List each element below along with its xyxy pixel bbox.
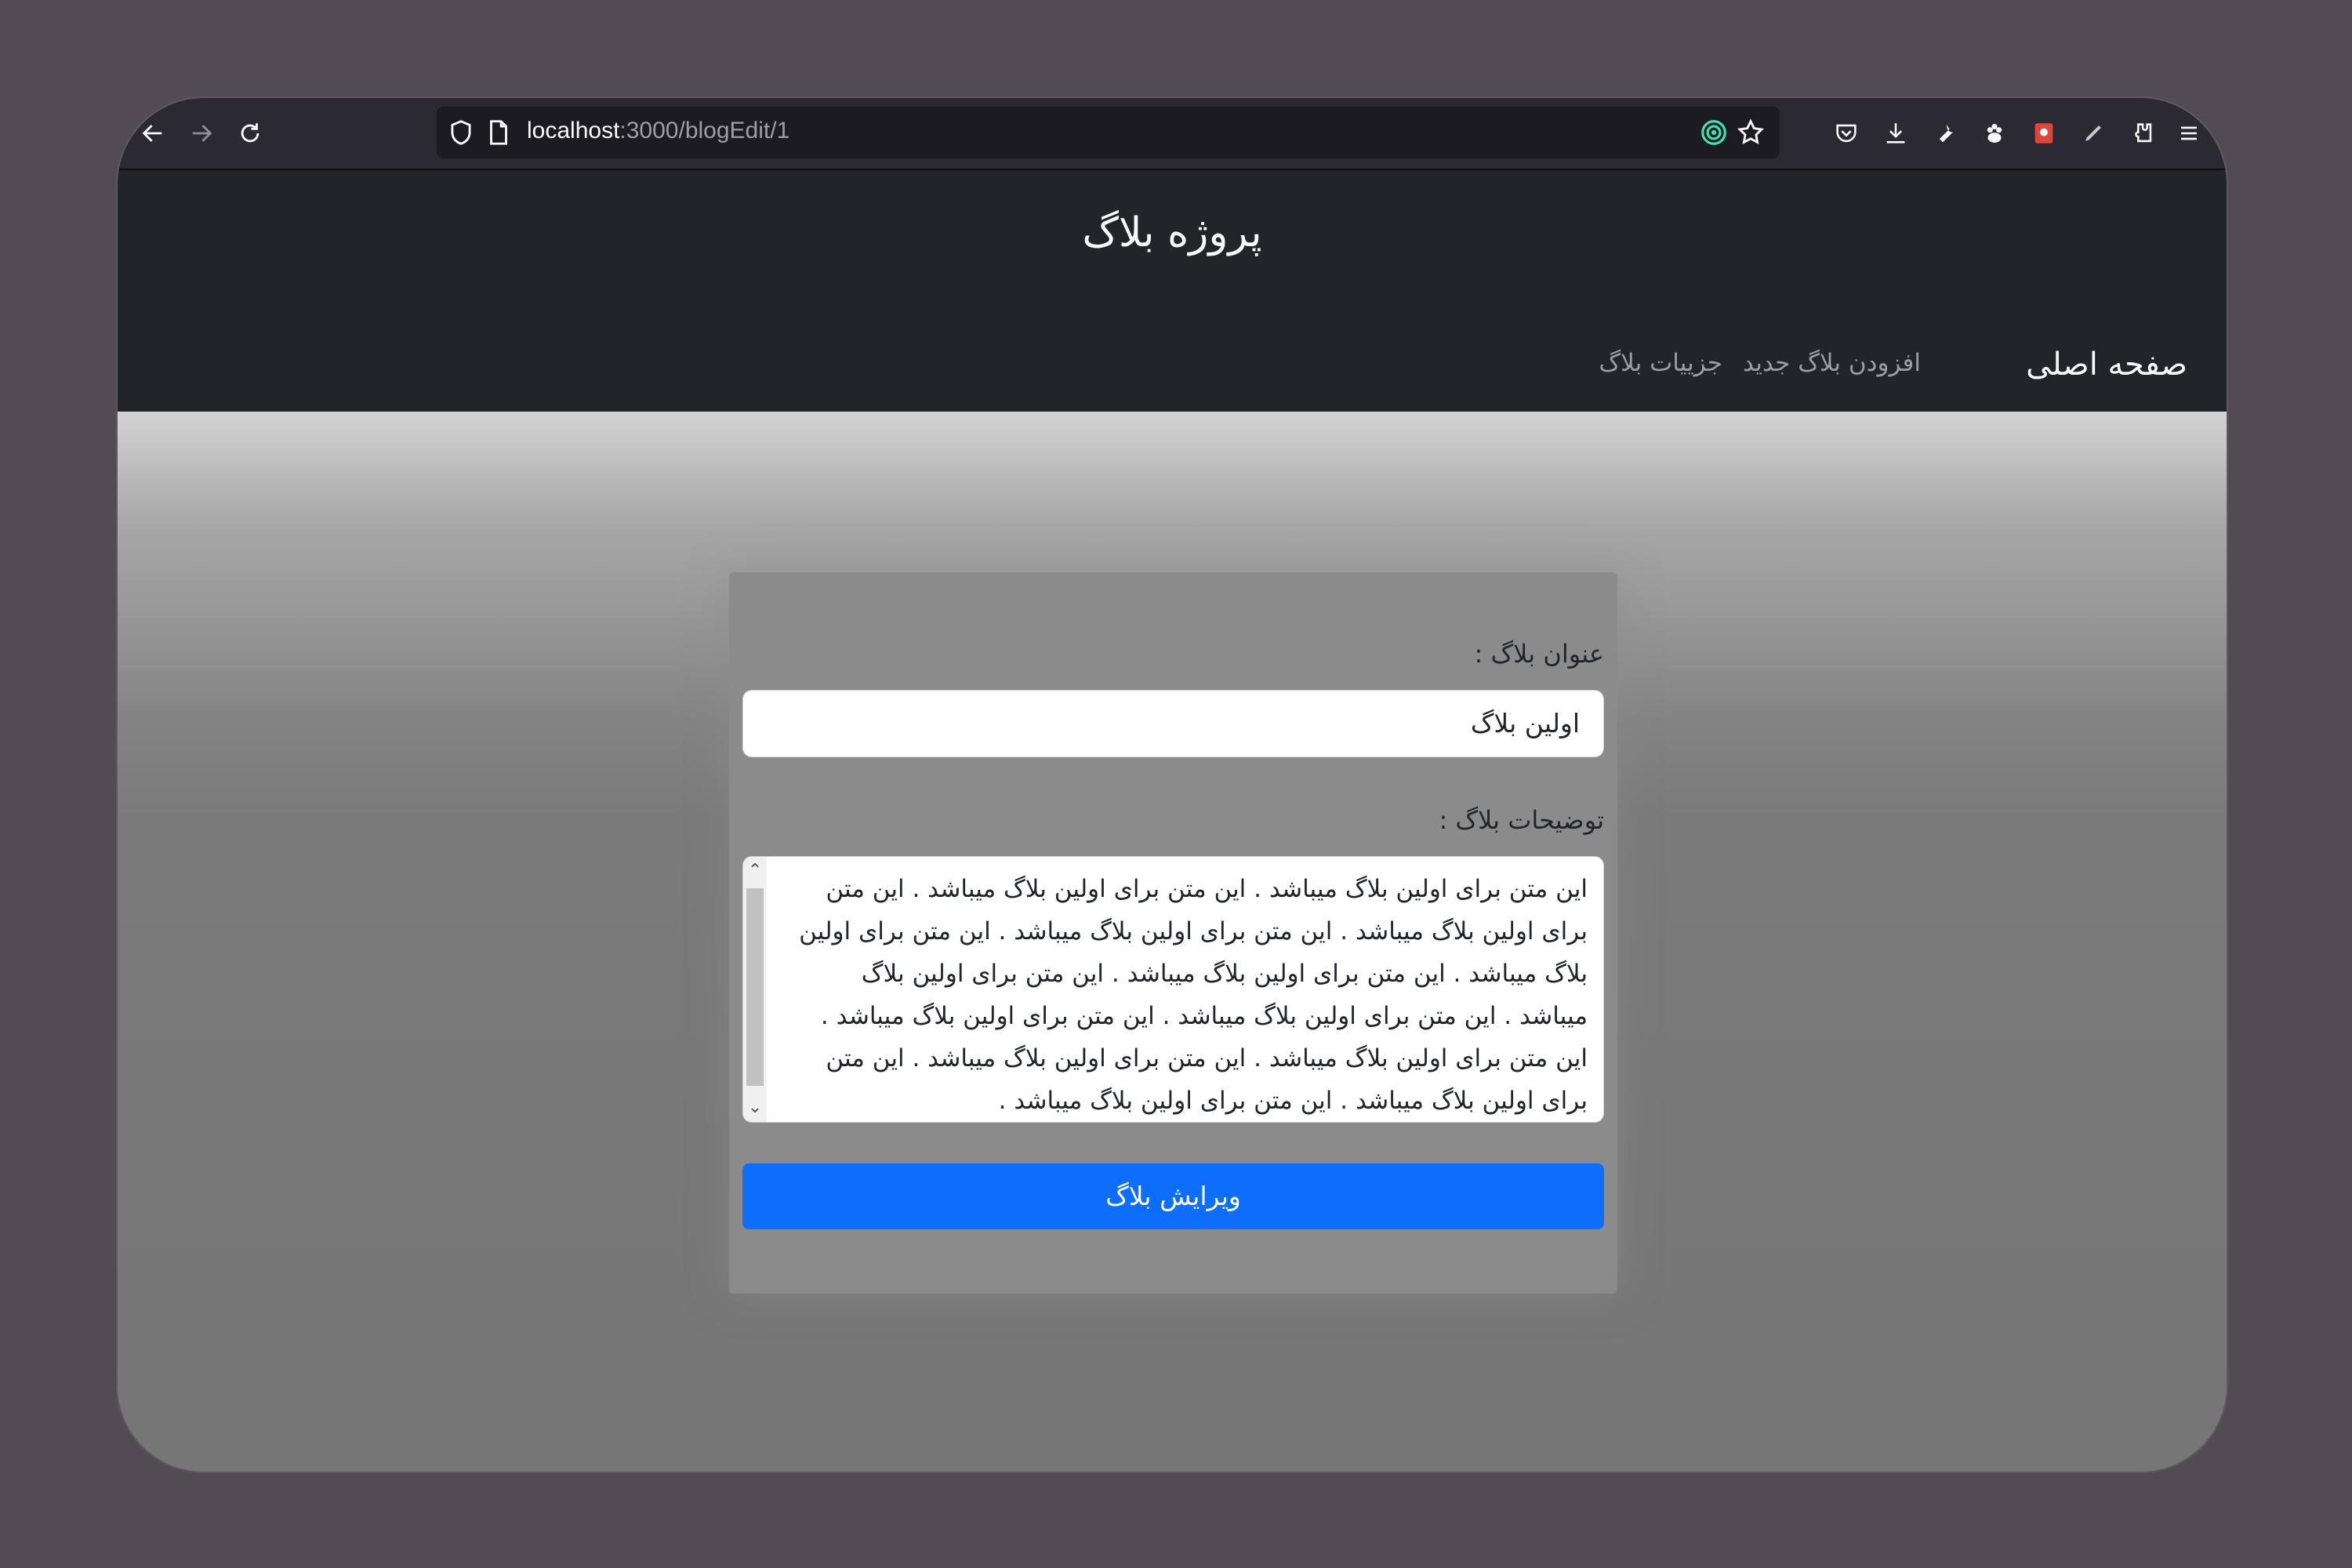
title-label: عنوان بلاگ : [1474,639,1604,669]
edit-blog-form: عنوان بلاگ : اولین بلاگ توضیحات بلاگ : ا… [729,572,1617,1294]
url-bar[interactable]: localhost:3000/blogEdit/1 [437,107,1780,158]
arrow-left-icon [142,125,162,142]
description-text: این متن برای اولین بلاگ میباشد . این متن… [799,875,1588,1115]
description-textarea[interactable]: این متن برای اولین بلاگ میباشد . این متن… [742,856,1604,1123]
hamburger-menu-icon [2181,126,2197,140]
edit-blog-button[interactable]: ویرایش بلاگ [742,1163,1604,1229]
site-header: پروژه بلاگ صفحه اصلی افزودن بلاگ جدید جز… [118,170,2227,412]
back-button[interactable] [133,114,172,153]
wrench-icon [1939,124,1953,143]
url-text[interactable]: localhost:3000/blogEdit/1 [527,118,789,144]
nav-links: افزودن بلاگ جدید جزییات بلاگ [1599,349,1921,377]
scroll-thumb[interactable] [746,888,764,1086]
url-path: :3000/blogEdit/1 [619,118,790,143]
reload-icon [241,123,260,143]
extension-button-2[interactable] [2024,114,2063,153]
nav-home-link[interactable]: صفحه اصلی [2026,347,2187,383]
browser-toolbar: localhost:3000/blogEdit/1 [118,98,2227,170]
nav-add-blog-link[interactable]: افزودن بلاگ جدید [1743,349,1921,377]
pocket-icon [1836,124,1857,143]
extension-button-3[interactable] [2074,114,2113,153]
title-input[interactable]: اولین بلاگ [742,690,1604,757]
nav-blog-details-link[interactable]: جزییات بلاگ [1599,349,1722,377]
page-icon [484,118,514,147]
textarea-scrollbar[interactable]: ⌃ ⌄ [743,857,767,1122]
pocket-button[interactable] [1827,114,1866,153]
site-title: پروژه بلاگ [1082,209,1262,256]
menu-button[interactable] [2169,114,2209,153]
shield-icon[interactable] [446,118,476,147]
description-label: توضیحات بلاگ : [1439,805,1604,835]
forward-button[interactable] [182,114,221,153]
page-body: عنوان بلاگ : اولین بلاگ توضیحات بلاگ : ا… [118,412,2227,1472]
red-extension-icon [2034,123,2053,143]
bookmark-star-icon[interactable] [1736,118,1766,147]
paw-icon [1987,123,2002,143]
scroll-down-icon[interactable]: ⌄ [743,1094,767,1122]
url-host: localhost [527,118,620,143]
puzzle-icon [2135,123,2152,143]
pen-icon [2085,125,2101,141]
extensions-button[interactable] [2123,114,2162,153]
devtools-button[interactable] [1926,114,1965,153]
browser-window: localhost:3000/blogEdit/1 پروژه بلاگ صفح… [118,98,2227,1472]
scroll-up-icon[interactable]: ⌃ [743,857,767,885]
arrow-right-icon [192,125,212,142]
reload-button[interactable] [230,114,270,153]
extension-button-1[interactable] [1975,114,2014,153]
download-icon [1886,123,1905,143]
downloads-button[interactable] [1876,114,1915,153]
extension-status-icon[interactable] [1699,118,1729,147]
